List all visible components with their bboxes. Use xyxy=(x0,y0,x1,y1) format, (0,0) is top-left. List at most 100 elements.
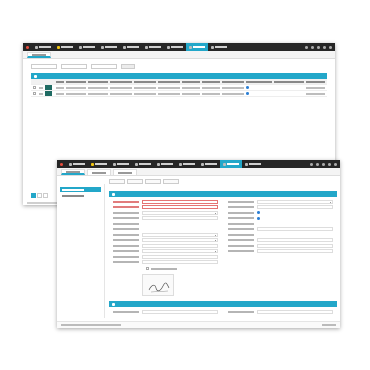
column-header[interactable] xyxy=(246,80,272,83)
toolbar-button[interactable] xyxy=(127,179,143,184)
toolbar-icon[interactable] xyxy=(305,45,308,49)
warning-icon xyxy=(57,45,60,49)
column-header[interactable] xyxy=(56,80,64,83)
menu-item[interactable] xyxy=(66,160,88,168)
filter-input[interactable] xyxy=(61,64,87,69)
column-header[interactable] xyxy=(222,80,244,83)
field-input[interactable] xyxy=(257,309,333,314)
row-action[interactable] xyxy=(39,92,43,95)
column-header[interactable] xyxy=(182,80,200,83)
row-action[interactable] xyxy=(39,86,43,89)
field-input[interactable] xyxy=(142,254,218,259)
radio-button[interactable] xyxy=(257,211,260,215)
radio-button[interactable] xyxy=(257,216,260,220)
menu-item[interactable] xyxy=(186,43,208,51)
row-checkbox[interactable] xyxy=(33,92,36,95)
field-input[interactable] xyxy=(142,199,218,204)
menu-item[interactable] xyxy=(98,43,120,51)
column-header[interactable] xyxy=(110,80,132,83)
field-label xyxy=(228,310,254,313)
panel-header-icon xyxy=(112,192,115,196)
toolbar-icon[interactable] xyxy=(328,162,331,166)
menu-item[interactable] xyxy=(198,160,220,168)
sub-tab[interactable] xyxy=(87,169,111,175)
logo[interactable] xyxy=(60,162,63,166)
menu-item[interactable] xyxy=(76,43,98,51)
signature-pad[interactable] xyxy=(142,274,174,296)
sub-tab[interactable] xyxy=(27,52,51,58)
field-input[interactable] xyxy=(142,260,218,265)
page-button[interactable] xyxy=(43,193,48,198)
toolbar-icon[interactable] xyxy=(310,162,313,166)
field-input[interactable] xyxy=(257,205,333,210)
row-checkbox[interactable] xyxy=(33,86,36,89)
menu-item[interactable] xyxy=(176,160,198,168)
menu-item[interactable] xyxy=(88,160,110,168)
field-input[interactable] xyxy=(142,243,218,248)
toolbar-icon[interactable] xyxy=(322,162,325,166)
table-row[interactable] xyxy=(31,91,327,97)
menu-item[interactable] xyxy=(142,43,164,51)
toolbar-button[interactable] xyxy=(163,179,179,184)
filter-button[interactable] xyxy=(121,64,135,69)
sub-tab[interactable] xyxy=(113,169,137,175)
field-input[interactable] xyxy=(257,238,333,243)
field-select[interactable] xyxy=(142,210,218,215)
column-header[interactable] xyxy=(88,80,108,83)
field-select[interactable] xyxy=(142,238,218,243)
menu-item-label xyxy=(95,163,107,165)
toolbar-button[interactable] xyxy=(145,179,161,184)
toolbar-icon[interactable] xyxy=(329,45,332,49)
panel-header-icon xyxy=(34,74,37,78)
toolbar-icon[interactable] xyxy=(311,45,314,49)
sub-tab[interactable] xyxy=(61,169,85,175)
menu-item[interactable] xyxy=(208,43,230,51)
field-select[interactable] xyxy=(142,249,218,254)
menu-item[interactable] xyxy=(110,160,132,168)
field-input[interactable] xyxy=(142,309,218,314)
page-button[interactable] xyxy=(31,193,36,198)
menu-item[interactable] xyxy=(32,43,54,51)
column-header[interactable] xyxy=(158,80,180,83)
field-select[interactable] xyxy=(142,232,218,237)
signature-checkbox[interactable] xyxy=(146,267,149,270)
menu-item-label xyxy=(249,163,261,165)
toolbar-icon[interactable] xyxy=(323,45,326,49)
field-label xyxy=(113,239,139,242)
sidebar-item[interactable] xyxy=(60,187,101,192)
column-header[interactable] xyxy=(306,80,325,83)
filter-input[interactable] xyxy=(91,64,117,69)
menu-item[interactable] xyxy=(220,160,242,168)
field-input[interactable] xyxy=(142,216,218,221)
field-label xyxy=(113,228,139,231)
field-input[interactable] xyxy=(142,205,218,210)
table-cell xyxy=(66,86,86,89)
toolbar-button[interactable] xyxy=(109,179,125,184)
menu-item[interactable] xyxy=(132,160,154,168)
menu-item[interactable] xyxy=(242,160,264,168)
second-section xyxy=(109,301,337,317)
logo[interactable] xyxy=(26,45,29,49)
toolbar-icon[interactable] xyxy=(317,45,320,49)
table-cell xyxy=(222,86,244,89)
column-header[interactable] xyxy=(274,80,304,83)
field-select[interactable] xyxy=(257,199,333,204)
field-input[interactable] xyxy=(257,249,333,254)
status-dot-icon xyxy=(246,92,249,95)
field-input[interactable] xyxy=(257,243,333,248)
logo-icon xyxy=(60,162,63,166)
toolbar-icon[interactable] xyxy=(334,162,337,166)
field-input[interactable] xyxy=(257,227,333,232)
menu-item[interactable] xyxy=(154,160,176,168)
menu-item[interactable] xyxy=(164,43,186,51)
menu-item[interactable] xyxy=(54,43,76,51)
column-header[interactable] xyxy=(202,80,220,83)
filter-input[interactable] xyxy=(31,64,57,69)
sidebar-item[interactable] xyxy=(60,193,101,198)
page-button[interactable] xyxy=(37,193,42,198)
column-header[interactable] xyxy=(66,80,86,83)
sub-tab-label xyxy=(32,53,46,56)
menu-item[interactable] xyxy=(120,43,142,51)
column-header[interactable] xyxy=(134,80,156,83)
toolbar-icon[interactable] xyxy=(316,162,319,166)
